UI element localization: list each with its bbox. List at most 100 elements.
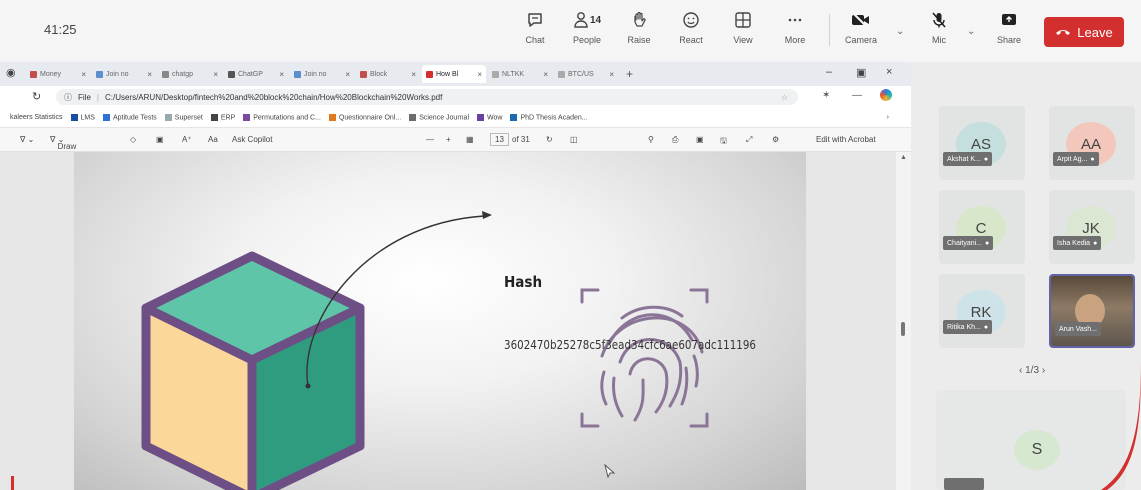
tab-close-icon[interactable]: × xyxy=(147,70,152,79)
mic-muted-icon: ● xyxy=(983,323,989,331)
favorite-link[interactable]: LMS xyxy=(70,113,95,121)
tab-close-icon[interactable]: × xyxy=(345,70,350,79)
camera-off-icon xyxy=(852,12,869,28)
scrollbar-thumb[interactable] xyxy=(901,322,905,336)
save-as-icon[interactable]: 🖫 xyxy=(720,135,727,149)
favorites-chevron-icon[interactable]: › xyxy=(887,114,889,121)
browser-profile-icon[interactable]: ◉ xyxy=(6,66,16,79)
browser-tab[interactable]: Money × xyxy=(26,65,90,83)
spotlight-participant-tile[interactable]: S xyxy=(936,390,1126,490)
pager-prev-icon[interactable]: ‹ xyxy=(1019,365,1022,376)
share-button[interactable]: Share xyxy=(986,6,1032,56)
page-view-icon[interactable]: ▣ xyxy=(156,135,164,144)
favorite-link[interactable]: Questionnaire Onl... xyxy=(328,113,401,121)
minimize-icon[interactable]: – xyxy=(826,66,832,78)
view-button[interactable]: View xyxy=(720,6,766,56)
more-button[interactable]: More xyxy=(772,6,818,56)
people-count: 14 xyxy=(589,14,602,26)
participant-name-tag xyxy=(944,478,984,490)
tab-close-icon[interactable]: × xyxy=(609,70,614,79)
favorite-link[interactable]: Science Journal xyxy=(409,113,469,121)
browser-tab[interactable]: Join no × xyxy=(92,65,156,83)
camera-options-chevron-icon[interactable]: ⌄ xyxy=(896,26,904,37)
favorite-link[interactable]: Superset xyxy=(164,113,203,121)
favorite-link[interactable]: kaleers Statistics xyxy=(10,114,63,121)
tab-actions-icon[interactable]: — xyxy=(852,90,862,101)
pager-next-icon[interactable]: › xyxy=(1042,365,1045,376)
tab-close-icon[interactable]: × xyxy=(543,70,548,79)
pager-label: 1/3 xyxy=(1025,365,1040,376)
participant-tile[interactable]: RK Ritika Kh... ● xyxy=(939,274,1025,348)
edit-with-acrobat-button[interactable]: Edit with Acrobat xyxy=(816,135,876,144)
tab-close-icon[interactable]: × xyxy=(279,70,284,79)
browser-tab[interactable]: Block × xyxy=(356,65,420,83)
tab-close-icon[interactable]: × xyxy=(213,70,218,79)
save-icon[interactable]: ▣ xyxy=(696,135,704,144)
tab-close-icon[interactable]: × xyxy=(477,70,482,79)
participant-name-tag: Arpit Ag... ● xyxy=(1053,152,1099,166)
print-icon[interactable]: ⎙ xyxy=(672,135,678,145)
two-page-icon[interactable]: ◫ xyxy=(570,135,578,144)
tab-close-icon[interactable]: × xyxy=(411,70,416,79)
zoom-in-icon[interactable]: + xyxy=(446,135,451,144)
participant-tile[interactable]: C Chaityani... ● xyxy=(939,190,1025,264)
chat-button[interactable]: Chat xyxy=(512,6,558,56)
draw-button[interactable]: ∇ Draw ⌄ xyxy=(50,135,76,151)
tab-close-icon[interactable]: × xyxy=(81,70,86,79)
favorite-link[interactable]: Aptitude Tests xyxy=(102,113,157,121)
browser-tab[interactable]: ChatGP × xyxy=(224,65,288,83)
highlight-icon[interactable]: ∇ ⌄ xyxy=(20,135,34,144)
pdf-slide-page: Hash 3602470b25278c5f3ead34cfc6ae607adc1… xyxy=(74,152,806,490)
pdf-viewer: Hash 3602470b25278c5f3ead34cfc6ae607adc1… xyxy=(0,152,911,490)
favorite-star-icon[interactable]: ☆ xyxy=(781,93,788,102)
mic-button[interactable]: Mic xyxy=(916,6,962,56)
read-aloud-icon[interactable]: A⁺ xyxy=(182,135,192,144)
fit-page-icon[interactable]: ▦ xyxy=(466,135,474,144)
raise-hand-button[interactable]: Raise xyxy=(616,6,662,56)
ask-copilot-button[interactable]: Ask Copilot xyxy=(232,135,272,144)
browser-tab[interactable]: BTC/US × xyxy=(554,65,618,83)
participant-tile[interactable]: AS Akshat K... ● xyxy=(939,106,1025,180)
tab-favicon-icon xyxy=(96,70,103,78)
zoom-out-icon[interactable]: — xyxy=(426,135,434,144)
tab-favicon-icon xyxy=(360,70,367,78)
participant-tile[interactable]: JK Isha Kedia ● xyxy=(1049,190,1135,264)
pdf-scrollbar[interactable]: ▲ xyxy=(896,152,911,490)
shared-screen-browser: ◉ Money × Join no × chatgp × ChatGP × Join n… xyxy=(0,62,911,490)
url-field[interactable]: ⓘ File | C:/Users/ARUN/Desktop/fintech%2… xyxy=(56,89,798,105)
favorite-link[interactable]: Wow xyxy=(477,113,502,121)
browser-tab[interactable]: NLTKK × xyxy=(488,65,552,83)
favorite-link[interactable]: Permutations and C... xyxy=(243,113,321,121)
favorite-link[interactable]: ERP xyxy=(210,113,235,121)
react-button[interactable]: React xyxy=(668,6,714,56)
new-tab-plus-icon[interactable]: + xyxy=(626,67,633,81)
view-label: View xyxy=(733,35,753,45)
extensions-icon[interactable]: ✶ xyxy=(822,90,830,101)
erase-icon[interactable]: ◇ xyxy=(130,135,136,144)
camera-button[interactable]: Camera xyxy=(838,6,884,56)
copilot-icon[interactable] xyxy=(880,89,892,101)
mic-label: Mic xyxy=(932,35,946,45)
scroll-up-arrow-icon[interactable]: ▲ xyxy=(900,154,907,161)
fullscreen-icon[interactable]: ⤢ xyxy=(746,135,752,145)
close-window-icon[interactable]: × xyxy=(886,66,892,78)
rotate-icon[interactable]: ↻ xyxy=(546,135,553,144)
url-text: C:/Users/ARUN/Desktop/fintech%20and%20bl… xyxy=(104,92,443,102)
participant-tile[interactable]: AA Arpit Ag... ● xyxy=(1049,106,1135,180)
reload-icon[interactable]: ↻ xyxy=(32,90,41,103)
browser-tab[interactable]: chatgp × xyxy=(158,65,222,83)
people-button[interactable]: 14 People xyxy=(564,6,610,56)
leave-label: Leave xyxy=(1077,24,1113,40)
browser-tab[interactable]: Join no × xyxy=(290,65,354,83)
page-number-input[interactable]: 13 xyxy=(490,133,509,146)
search-icon[interactable]: ⚲ xyxy=(648,135,654,144)
browser-tab-active[interactable]: How Bl × xyxy=(422,65,486,83)
tab-favicon-icon xyxy=(294,70,301,78)
text-icon[interactable]: Aa xyxy=(208,135,218,144)
leave-button[interactable]: Leave xyxy=(1044,17,1124,47)
mic-options-chevron-icon[interactable]: ⌄ xyxy=(967,26,975,37)
maximize-icon[interactable]: ▣ xyxy=(856,66,866,79)
settings-gear-icon[interactable]: ⚙ xyxy=(772,135,779,144)
favorite-link[interactable]: PhD Thesis Acaden... xyxy=(510,113,588,121)
participant-video-tile[interactable]: Arun Vash... xyxy=(1049,274,1135,348)
